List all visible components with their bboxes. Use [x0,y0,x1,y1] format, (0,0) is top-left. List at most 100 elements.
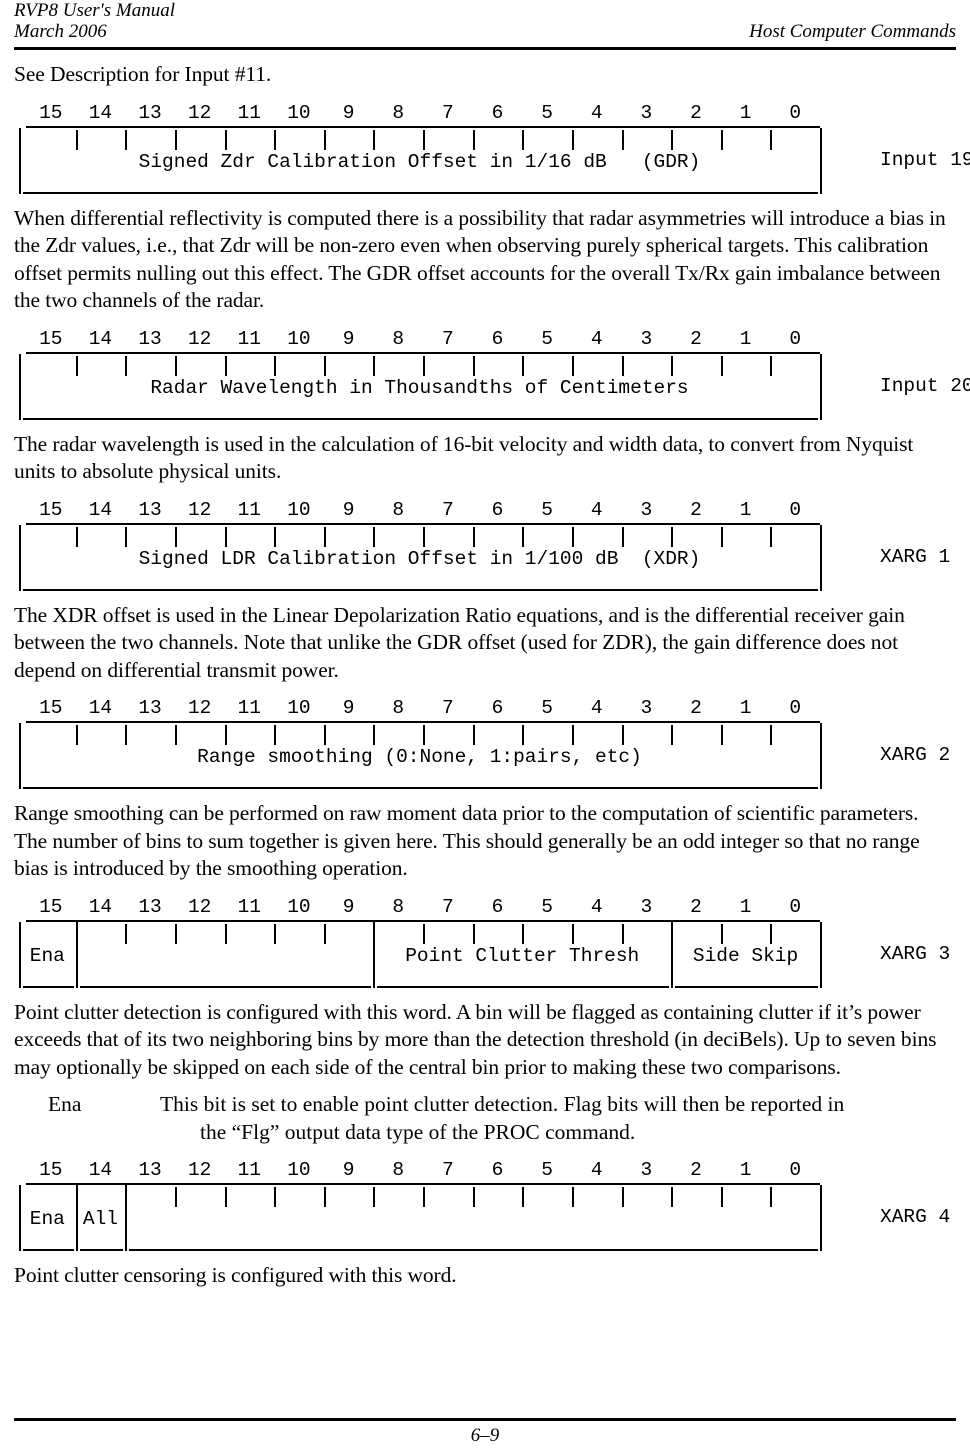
bit-number-8: 8 [392,895,405,918]
bit-number-7: 7 [441,101,454,124]
bit-number-14: 14 [88,498,113,521]
bit-tick [224,355,227,376]
bit-tick [125,725,128,745]
bit-tick [770,725,773,745]
bitfield-field-label: Ena [29,1208,65,1230]
bitfield-word-box: Range smoothing (0:None, 1:pairs, etc) [14,723,824,789]
bit-tick [224,923,227,944]
bit-number-row: 15 14 13 12 11 10 9 8 7 6 5 4 3 2 1 0 [14,102,956,128]
bit-number-4: 4 [590,895,603,918]
field-separator [125,1185,128,1251]
bit-tick [621,1187,624,1207]
bit-number-8: 8 [392,1159,405,1181]
bit-tick [423,725,425,745]
field-separator [19,921,21,988]
bitfield-word-name: XARG 1 [880,545,951,568]
header-rule [14,47,956,50]
bitfield-xarg-4: 15 14 13 12 11 10 9 8 7 6 5 4 3 2 1 0 Ena All XARG 4 [14,1159,956,1251]
bit-number-14: 14 [88,697,113,719]
bit-number-11: 11 [237,498,262,521]
bit-number-2: 2 [690,1159,702,1181]
bitfield-field-label: Signed LDR Calibration Offset in 1/100 d… [138,547,701,570]
bit-tick [671,1187,674,1207]
bit-number-2: 2 [690,101,702,124]
bit-number-4: 4 [590,327,603,350]
bit-tick [274,355,277,376]
bit-tick [274,129,277,150]
bit-number-14: 14 [88,895,113,918]
bit-number-5: 5 [541,1159,553,1181]
bit-tick [522,526,525,547]
range-smoothing-paragraph: Range smoothing can be performed on raw … [14,801,920,880]
bit-tick [174,526,177,547]
definition-text-continued: the “Flg” output data type of the PROC c… [200,1119,636,1144]
bit-tick [522,1187,525,1207]
bit-tick [323,129,326,150]
field-separator [373,921,376,988]
gdr-offset-paragraph-block: When differential reflectivity is comput… [14,205,956,315]
bit-number-2: 2 [690,498,702,521]
bitfield-word-box: Radar Wavelength in Thousandths of Centi… [14,353,824,420]
point-clutter-detection-paragraph-block: Point clutter detection is configured wi… [14,999,956,1082]
bit-number-2: 2 [690,697,702,719]
bit-number-13: 13 [138,327,162,350]
field-separator [820,723,822,789]
bit-number-6: 6 [491,1159,504,1181]
field-separator [19,1185,21,1251]
bit-tick [125,355,128,376]
bit-tick [373,355,376,376]
running-head: RVP8 User's Manual March 2006 Host Compu… [14,0,956,44]
wavelength-paragraph-block: The radar wavelength is used in the calc… [14,431,956,486]
bit-number-9: 9 [342,498,355,521]
bit-number-0: 0 [789,101,802,124]
bit-number-7: 7 [441,498,454,521]
bit-tick [274,725,277,745]
bit-number-4: 4 [590,1159,603,1181]
bit-number-1: 1 [739,327,752,350]
bit-number-6: 6 [491,498,504,521]
bit-number-4: 4 [590,498,603,521]
bit-number-row: 15 14 13 12 11 10 9 8 7 6 5 4 3 2 1 0 [14,697,956,723]
bit-number-15: 15 [39,498,63,521]
bit-number-12: 12 [187,327,212,350]
bit-tick [720,725,723,745]
bit-number-9: 9 [342,1159,355,1181]
bit-tick [621,526,624,547]
bit-number-9: 9 [342,327,355,350]
bit-number-5: 5 [541,498,553,521]
field-separator [75,1185,78,1251]
bitfield-field-label: Side Skip [692,944,799,967]
field-separator [75,921,78,988]
bit-number-10: 10 [287,895,311,918]
bitfield-field-label: All [82,1208,118,1230]
bit-tick [423,923,425,944]
bit-number-10: 10 [287,101,311,124]
bit-tick [373,1187,376,1207]
field-separator [19,127,21,194]
field-underline [23,588,818,591]
gdr-offset-paragraph: When differential reflectivity is comput… [14,205,946,313]
bit-tick [125,526,128,547]
bit-number-0: 0 [789,697,802,719]
bit-tick [571,1187,574,1207]
field-separator [19,723,21,789]
bit-tick [224,526,227,547]
bit-tick [720,526,723,547]
definition-row: Ena This bit is set to enable point clutt… [48,1091,956,1146]
bitfield-input-20: 15 14 13 12 11 10 9 8 7 6 5 4 3 2 1 0 Radar Wavelength i… [14,327,970,420]
bit-tick [671,129,674,150]
bit-number-10: 10 [287,498,311,521]
bit-tick [621,355,624,376]
bit-tick [423,129,425,150]
bit-tick [770,129,773,150]
bit-number-1: 1 [739,498,752,521]
definition-term: Ena [48,1092,82,1116]
range-smoothing-paragraph-block: Range smoothing can be performed on raw … [14,800,956,883]
document-body: See Description for Input #11. 15 14 13 12 11… [14,61,970,1290]
bit-number-15: 15 [39,1159,63,1181]
bit-number-3: 3 [640,895,653,918]
field-separator [820,1185,822,1251]
bit-number-8: 8 [392,327,405,350]
page-footer: 6–9 [14,1418,956,1449]
bit-number-13: 13 [138,697,162,719]
